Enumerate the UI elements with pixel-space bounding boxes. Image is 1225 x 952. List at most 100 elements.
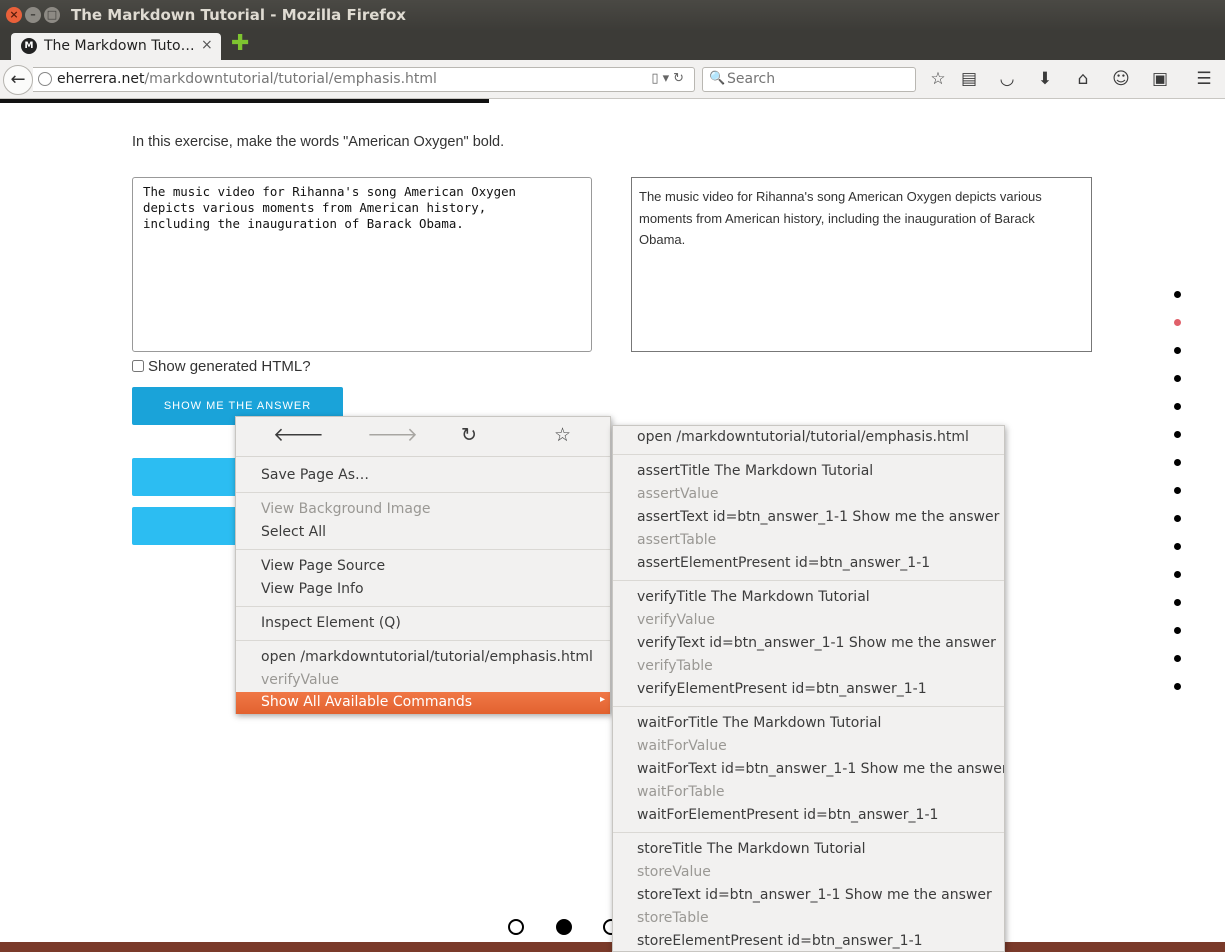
url-bar[interactable]: eherrera.net/markdowntutorial/tutorial/e… [33,67,695,92]
menu-separator [236,640,610,641]
tab-markdown-tutorial[interactable]: M The Markdown Tuto… × [11,33,221,60]
section-dot[interactable] [1174,347,1181,354]
submenu-item[interactable]: assertTitle The Markdown Tutorial [637,463,873,479]
bookmark-star-icon[interactable]: ☆ [927,69,949,89]
verify-value-item: verifyValue [261,672,339,688]
submenu-item[interactable]: waitForElementPresent id=btn_answer_1-1 [637,807,938,823]
show-html-toggle[interactable]: Show generated HTML? [132,358,311,375]
window-title: The Markdown Tutorial - Mozilla Firefox [71,6,406,24]
open-command-item[interactable]: open /markdowntutorial/tutorial/emphasis… [261,649,593,665]
view-page-info-item[interactable]: View Page Info [261,581,364,597]
submenu-item[interactable]: storeTitle The Markdown Tutorial [637,841,866,857]
search-icon: 🔍 [709,71,726,86]
commands-submenu: open /markdowntutorial/tutorial/emphasis… [612,425,1005,952]
section-dot[interactable] [1174,487,1181,494]
forward-arrow-icon: 🡒 [367,424,418,446]
hamburger-menu-icon[interactable]: ☰ [1193,69,1215,89]
reload-icon[interactable]: ↻ [461,425,477,445]
home-icon[interactable]: ⌂ [1072,69,1094,89]
section-dot[interactable] [1174,543,1181,550]
previous-exercise-button[interactable] [132,507,242,545]
context-nav-row: 🡐 🡒 ↻ ☆ [236,417,610,457]
submenu-item[interactable]: storeElementPresent id=btn_answer_1-1 [637,933,923,949]
show-all-commands-item[interactable]: Show All Available Commands ▸ [236,692,610,714]
back-button[interactable]: ← [3,65,33,95]
exercise-instruction: In this exercise, make the words "Americ… [132,134,505,150]
section-dot[interactable] [1174,375,1181,382]
section-dot-nav [1174,291,1181,711]
submenu-item: assertTable [637,532,717,548]
submenu-item[interactable]: open /markdowntutorial/tutorial/emphasis… [637,429,969,445]
section-dot[interactable] [1174,627,1181,634]
window-maximize-button[interactable]: □ [44,7,60,23]
context-menu: 🡐 🡒 ↻ ☆ Save Page As… View Background Im… [235,416,611,714]
show-html-checkbox[interactable] [132,360,144,372]
show-all-commands-label: Show All Available Commands [261,694,473,710]
menu-separator [613,832,1004,833]
search-bar[interactable]: 🔍 [702,67,916,92]
view-page-source-item[interactable]: View Page Source [261,558,385,574]
back-arrow-icon[interactable]: 🡐 [273,425,324,445]
menu-separator [236,492,610,493]
tab-favicon-icon: M [21,38,37,54]
tab-close-icon[interactable]: × [201,37,213,53]
reading-list-icon[interactable]: ▤ [958,69,980,89]
download-icon[interactable]: ⬇ [1034,69,1056,89]
markdown-editor[interactable]: The music video for Rihanna's song Ameri… [132,177,592,352]
window-minimize-button[interactable]: – [25,7,41,23]
next-exercise-button[interactable] [132,458,242,496]
section-dot[interactable] [1174,655,1181,662]
submenu-item[interactable]: assertElementPresent id=btn_answer_1-1 [637,555,930,571]
smiley-icon[interactable]: ☺ [1110,69,1132,89]
inspect-element-item[interactable]: Inspect Element (Q) [261,615,401,631]
search-input[interactable] [727,71,907,87]
navigation-toolbar: ← eherrera.net/markdowntutorial/tutorial… [0,60,1225,99]
section-dot[interactable] [1174,431,1181,438]
section-dot[interactable] [1174,571,1181,578]
url-text: eherrera.net/markdowntutorial/tutorial/e… [57,71,437,87]
section-dot[interactable] [1174,291,1181,298]
submenu-item: storeValue [637,864,711,880]
show-html-label: Show generated HTML? [148,358,311,375]
submenu-item[interactable]: assertText id=btn_answer_1-1 Show me the… [637,509,999,525]
submenu-arrow-icon: ▸ [599,694,605,705]
section-dot[interactable] [1174,599,1181,606]
submenu-item: waitForTable [637,784,725,800]
submenu-item[interactable]: verifyElementPresent id=btn_answer_1-1 [637,681,927,697]
selenium-ide-icon[interactable]: ▣ [1149,69,1171,89]
window-close-button[interactable]: × [6,7,22,23]
window-titlebar: × – □ The Markdown Tutorial - Mozilla Fi… [0,0,1225,31]
section-dot[interactable] [1174,459,1181,466]
menu-separator [613,706,1004,707]
section-dot[interactable] [1174,515,1181,522]
submenu-item[interactable]: waitForTitle The Markdown Tutorial [637,715,881,731]
submenu-item[interactable]: waitForText id=btn_answer_1-1 Show me th… [637,761,1004,777]
submenu-item: storeTable [637,910,709,926]
save-page-as-item[interactable]: Save Page As… [261,467,369,483]
pocket-icon[interactable]: ◡ [996,69,1018,89]
bookmark-star-icon[interactable]: ☆ [554,425,571,445]
section-dot-active[interactable] [1174,319,1181,326]
submenu-item: assertValue [637,486,719,502]
submenu-item[interactable]: storeText id=btn_answer_1-1 Show me the … [637,887,992,903]
submenu-item: waitForValue [637,738,727,754]
url-bar-actions-icon[interactable]: ▯▾↻ [651,71,688,86]
tab-label: The Markdown Tuto… [44,38,195,54]
slide-dot[interactable] [508,919,524,935]
submenu-item: verifyTable [637,658,713,674]
markdown-preview: The music video for Rihanna's song Ameri… [631,177,1092,352]
view-background-image-item: View Background Image [261,501,431,517]
page-progress-bar [0,99,489,103]
new-tab-icon[interactable]: ✚ [231,33,249,55]
submenu-item[interactable]: verifyText id=btn_answer_1-1 Show me the… [637,635,996,651]
menu-separator [236,606,610,607]
section-dot[interactable] [1174,403,1181,410]
select-all-item[interactable]: Select All [261,524,326,540]
site-info-icon[interactable] [38,72,52,86]
url-host: eherrera.net [57,71,145,87]
menu-separator [236,549,610,550]
url-path: /markdowntutorial/tutorial/emphasis.html [144,71,437,87]
section-dot[interactable] [1174,683,1181,690]
submenu-item[interactable]: verifyTitle The Markdown Tutorial [637,589,870,605]
slide-dot-active[interactable] [556,919,572,935]
